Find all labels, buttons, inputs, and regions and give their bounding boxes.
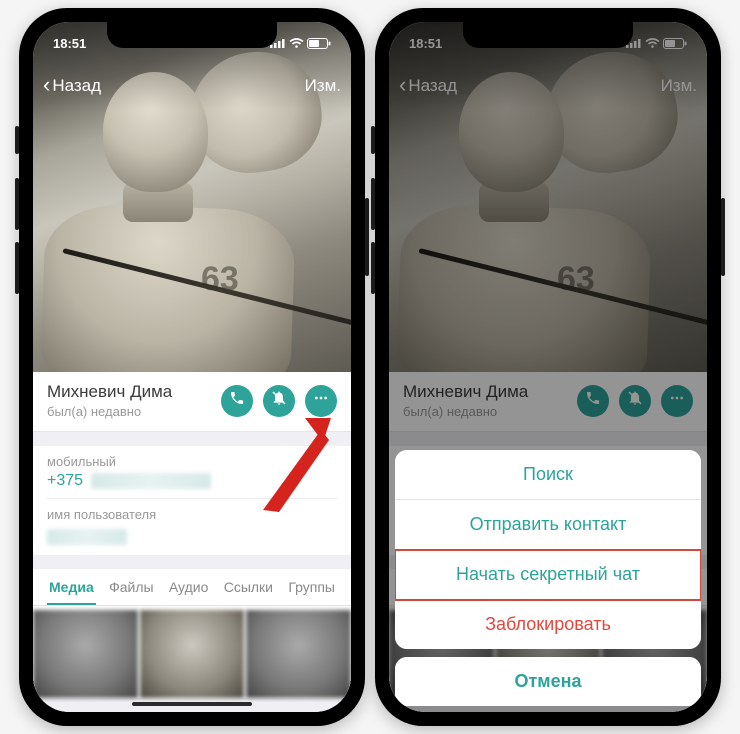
tutorial-two-phones: 63 18:51 [0,0,740,734]
back-button[interactable]: ‹ Назад [43,76,101,96]
redacted-username [47,529,127,545]
mute-button[interactable] [263,385,295,417]
action-sheet: Поиск Отправить контакт Начать секретный… [395,450,701,706]
power-button [721,198,725,276]
tab-media[interactable]: Медиа [47,569,96,605]
tab-files[interactable]: Файлы [107,569,155,605]
sheet-start-secret-chat[interactable]: Начать секретный чат [395,550,701,600]
contact-details: мобильный +375 имя пользователя [33,446,351,555]
battery-icon [307,38,331,49]
profile-photo[interactable]: 63 18:51 [33,22,351,372]
sheet-send-contact[interactable]: Отправить контакт [395,500,701,550]
home-indicator [132,702,252,706]
tab-audio[interactable]: Аудио [167,569,211,605]
media-thumb[interactable] [33,610,138,698]
username-label: имя пользователя [47,507,337,522]
media-thumb[interactable] [140,610,245,698]
profile-strip: Михневич Дима был(а) недавно [33,372,351,432]
phone-right: 63 18:51 [375,8,721,726]
device-notch [107,22,277,48]
media-thumb[interactable] [246,610,351,698]
phone-icon [229,390,245,411]
media-grid [33,606,351,698]
tab-groups[interactable]: Группы [286,569,337,605]
profile-status: был(а) недавно [47,404,172,419]
phone-label: мобильный [47,454,337,469]
profile-name: Михневич Дима [47,382,172,402]
call-button[interactable] [221,385,253,417]
volume-down [371,242,375,294]
chevron-left-icon: ‹ [43,74,50,96]
username-value[interactable] [47,525,337,545]
status-time: 18:51 [53,36,86,51]
phone-value[interactable]: +375 [47,472,337,490]
more-horizontal-icon [313,390,329,411]
volume-up [371,178,375,230]
nav-bar: ‹ Назад Изм. [33,66,351,106]
power-button [365,198,369,276]
wifi-icon [289,38,304,48]
bell-off-icon [271,390,287,411]
phone-left: 63 18:51 [19,8,365,726]
media-tabs: Медиа Файлы Аудио Ссылки Группы [33,569,351,606]
volume-down [15,242,19,294]
sheet-cancel[interactable]: Отмена [395,657,701,706]
volume-up [15,178,19,230]
tab-links[interactable]: Ссылки [222,569,275,605]
sheet-search[interactable]: Поиск [395,450,701,500]
sheet-block[interactable]: Заблокировать [395,600,701,649]
silence-switch [15,126,19,154]
screen-right: 63 18:51 [389,22,707,712]
edit-button[interactable]: Изм. [305,76,341,96]
redacted-phone [91,473,211,489]
back-label: Назад [52,76,101,96]
silence-switch [371,126,375,154]
more-button[interactable] [305,385,337,417]
screen-left: 63 18:51 [33,22,351,712]
